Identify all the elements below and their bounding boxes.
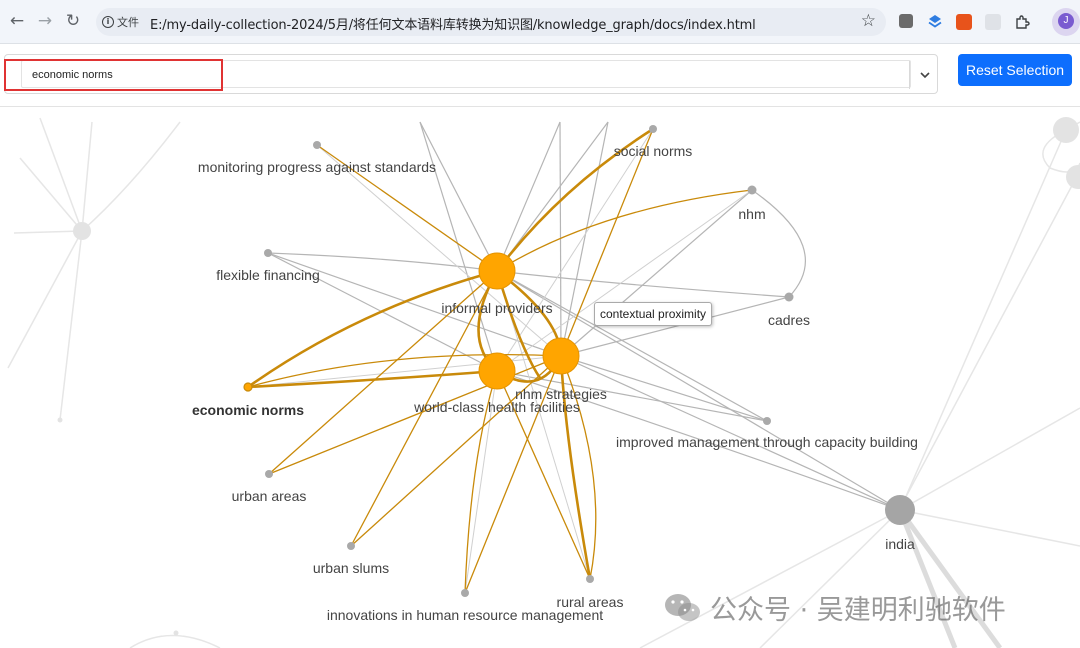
node-flexible-financing[interactable] <box>264 249 272 257</box>
browser-toolbar: ← → ↻ i 文件 E:/my-daily-collection-2024/5… <box>0 0 1080 44</box>
label-rural-areas: rural areas <box>557 594 624 610</box>
faded-node[interactable] <box>1053 117 1079 143</box>
forward-arrow-icon[interactable]: → <box>34 10 56 32</box>
profile-avatar[interactable]: J <box>1052 8 1080 36</box>
node-informal-providers[interactable] <box>478 252 516 290</box>
extensions-puzzle-icon[interactable] <box>1014 14 1030 30</box>
faded-node[interactable] <box>173 630 179 636</box>
graph-svg[interactable]: monitoring progress against standards so… <box>0 108 1080 648</box>
faded-node[interactable] <box>1066 165 1080 189</box>
node-nhm[interactable] <box>747 185 757 195</box>
label-flexible-financing: flexible financing <box>216 267 320 283</box>
extension-pen-icon[interactable] <box>985 14 1001 30</box>
node-rural-areas[interactable] <box>586 575 594 583</box>
node-select-toolbar: economic norms Reset Selection <box>0 45 1080 107</box>
bookmark-star-icon[interactable]: ☆ <box>861 11 876 31</box>
label-urban-slums: urban slums <box>313 560 389 576</box>
label-monitoring: monitoring progress against standards <box>198 159 436 175</box>
url-text[interactable]: E:/my-daily-collection-2024/5月/将任何文本语料库转… <box>150 14 756 33</box>
node-select-input[interactable]: economic norms <box>21 60 911 88</box>
chevron-down-icon[interactable] <box>917 67 933 83</box>
label-economic-norms: economic norms <box>192 402 304 418</box>
site-info-chip[interactable]: i 文件 <box>102 13 139 31</box>
address-bar[interactable]: i 文件 E:/my-daily-collection-2024/5月/将任何文… <box>96 8 886 36</box>
back-arrow-icon[interactable]: ← <box>6 10 28 32</box>
label-india: india <box>885 536 915 552</box>
reset-selection-button[interactable]: Reset Selection <box>958 54 1072 86</box>
highlighted-strong-edges <box>247 127 654 580</box>
node-innovations[interactable] <box>461 589 469 597</box>
watermark-text: 公众号 · 吴建明利驰软件 <box>710 595 1006 626</box>
node-select-dropdown[interactable]: economic norms <box>4 54 938 94</box>
select-divider <box>909 61 910 89</box>
wechat-icon <box>665 593 700 621</box>
faded-node[interactable] <box>73 222 91 240</box>
node-monitoring[interactable] <box>313 141 321 149</box>
node-world-class[interactable] <box>478 352 516 390</box>
label-improved-management: improved management through capacity bui… <box>616 434 918 450</box>
faded-node[interactable] <box>57 417 63 423</box>
selected-node-value: economic norms <box>32 69 113 81</box>
node-economic-norms[interactable] <box>243 382 253 392</box>
label-urban-areas: urban areas <box>232 488 307 504</box>
extension-translate-icon[interactable] <box>956 14 972 30</box>
label-cadres: cadres <box>768 312 810 328</box>
reload-icon[interactable]: ↻ <box>62 10 84 32</box>
label-world-class: world-class health facilities <box>413 399 580 415</box>
profile-initial: J <box>1058 13 1074 29</box>
node-improved-management[interactable] <box>763 417 771 425</box>
node-social-norms[interactable] <box>649 125 657 133</box>
edge-tooltip: contextual proximity <box>594 302 713 326</box>
extension-stack-icon[interactable] <box>927 14 943 30</box>
knowledge-graph-canvas[interactable]: monitoring progress against standards so… <box>0 108 1080 648</box>
node-cadres[interactable] <box>784 292 794 302</box>
label-social-norms: social norms <box>614 143 693 159</box>
node-urban-areas[interactable] <box>265 470 273 478</box>
info-icon: i <box>102 16 114 28</box>
label-informal-providers: informal providers <box>441 300 552 316</box>
tab-search-icon[interactable] <box>899 14 913 28</box>
node-urban-slums[interactable] <box>347 542 355 550</box>
faded-thick-edges <box>897 508 1003 648</box>
node-nhm-strategies[interactable] <box>542 337 580 375</box>
site-info-label: 文件 <box>117 16 139 29</box>
label-nhm: nhm <box>738 206 765 222</box>
watermark: 公众号 · 吴建明利驰软件 <box>664 588 1006 627</box>
node-india[interactable] <box>885 495 915 525</box>
faded-edges <box>7 117 1080 648</box>
